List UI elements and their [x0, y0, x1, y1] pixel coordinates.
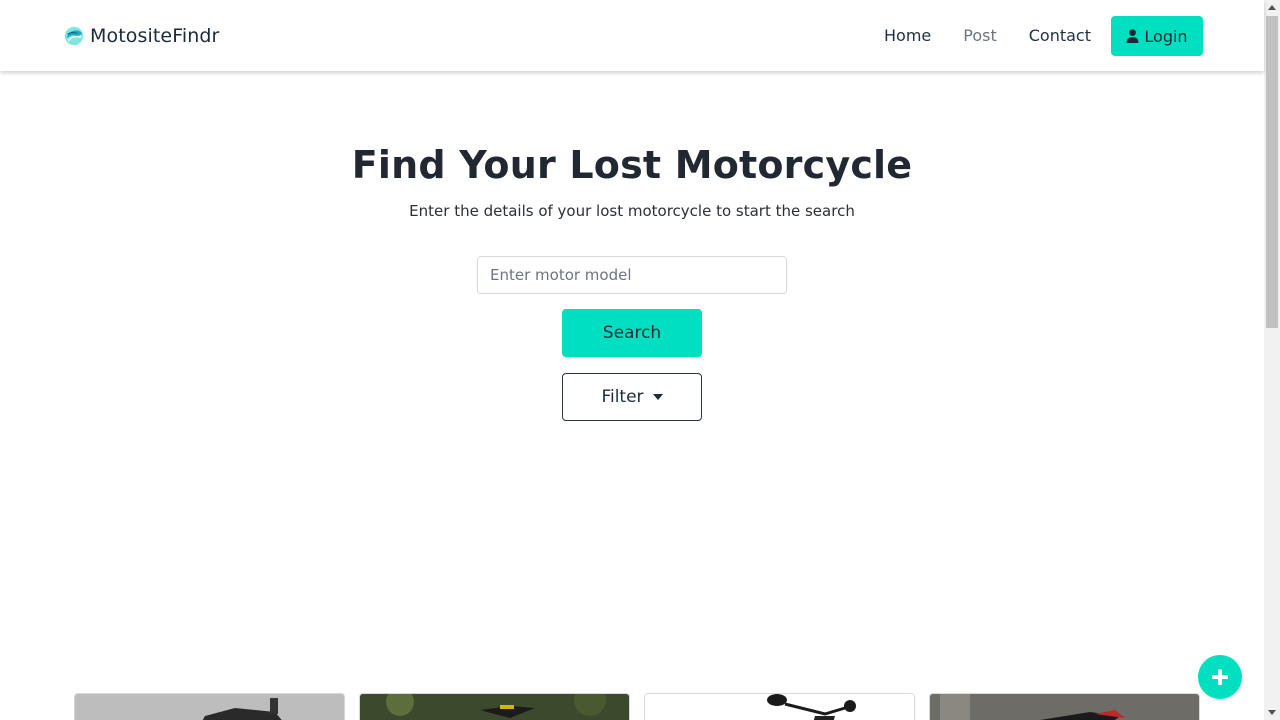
plus-icon — [1212, 669, 1228, 685]
login-label: Login — [1144, 26, 1188, 46]
navbar: MotositeFindr Home Post Contact Login — [0, 0, 1264, 71]
add-post-fab[interactable] — [1198, 655, 1242, 699]
page-subtitle: Enter the details of your lost motorcycl… — [409, 202, 855, 220]
nav-contact-link[interactable]: Contact — [1013, 16, 1107, 56]
user-icon — [1126, 29, 1139, 43]
search-button[interactable]: Search — [562, 309, 702, 357]
filter-label: Filter — [601, 387, 644, 407]
brand-link[interactable]: MotositeFindr — [63, 22, 219, 50]
scrollbar-thumb[interactable] — [1266, 16, 1278, 328]
filter-dropdown-button[interactable]: Filter — [562, 373, 702, 421]
caret-down-icon — [652, 394, 663, 400]
motorcycle-photo — [645, 694, 914, 720]
motorcycle-photo — [930, 694, 1199, 720]
page-title: Find Your Lost Motorcycle — [351, 143, 913, 187]
scroll-down-icon[interactable] — [1268, 710, 1276, 715]
motor-model-input[interactable] — [477, 256, 787, 294]
motorcycle-card[interactable] — [74, 693, 345, 720]
nav-post-link[interactable]: Post — [947, 16, 1012, 56]
helmet-logo-icon — [64, 26, 84, 46]
motorcycle-photo — [75, 694, 344, 720]
motorcycle-card[interactable] — [929, 693, 1200, 720]
motorcycle-silhouette-icon — [360, 694, 629, 720]
motorcycle-silhouette-icon — [645, 694, 914, 720]
scroll-up-icon[interactable] — [1268, 5, 1276, 10]
motorcycle-card[interactable] — [359, 693, 630, 720]
brand-name: MotositeFindr — [90, 25, 220, 47]
motorcycle-photo — [360, 694, 629, 720]
nav-home-link[interactable]: Home — [868, 16, 947, 56]
motorcycle-card[interactable] — [644, 693, 915, 720]
login-button[interactable]: Login — [1111, 16, 1203, 56]
motorcycle-silhouette-icon — [930, 694, 1199, 720]
nav-links: Home Post Contact — [868, 16, 1107, 56]
vertical-scrollbar[interactable] — [1264, 0, 1280, 720]
motorcycle-silhouette-icon — [75, 694, 344, 720]
